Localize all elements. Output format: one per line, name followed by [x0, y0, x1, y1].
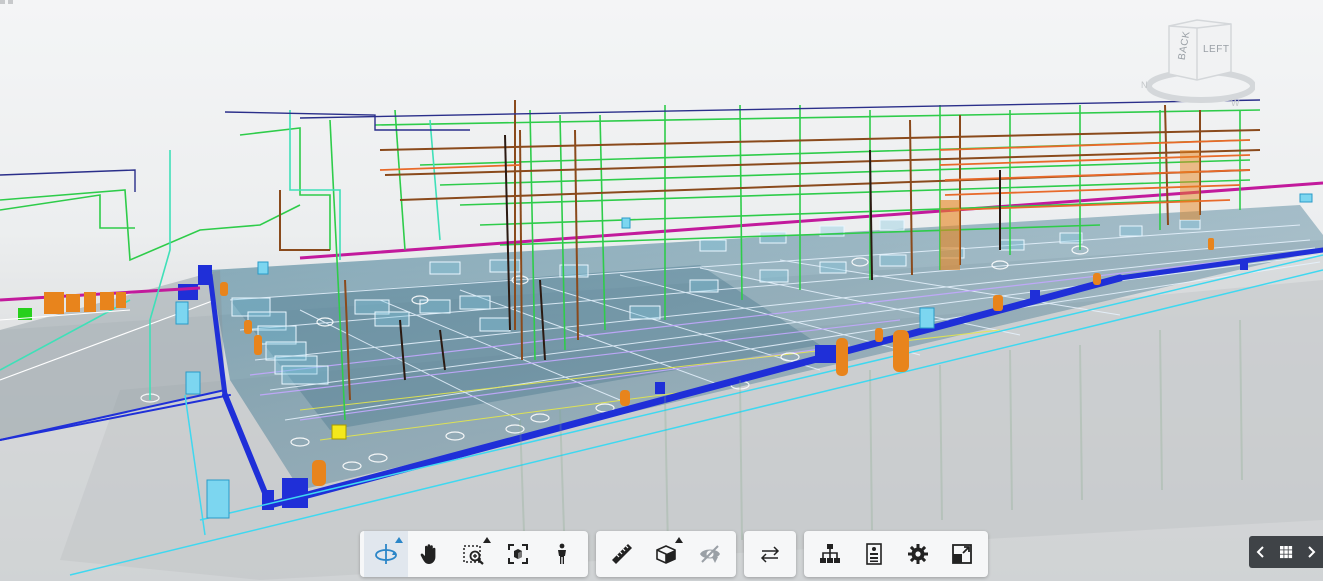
orbit-button[interactable]	[364, 531, 408, 577]
viewcube-icon: N W	[1141, 19, 1255, 108]
next-view-button[interactable]	[1300, 538, 1322, 566]
measure-button[interactable]	[600, 531, 644, 577]
section-menu-caret-icon[interactable]	[675, 537, 683, 543]
toolbar-group-analysis	[596, 531, 736, 577]
grid-view-icon	[1279, 546, 1293, 559]
settings-button[interactable]	[896, 531, 940, 577]
first-person-icon	[558, 543, 566, 564]
model-browser-button[interactable]	[808, 531, 852, 577]
compare-button[interactable]	[748, 531, 792, 577]
fullscreen-button[interactable]	[940, 531, 984, 577]
zoom-window-icon	[463, 545, 484, 565]
toolbar-group-navigation	[360, 531, 588, 577]
hide-object-icon	[700, 545, 720, 563]
viewcube[interactable]: N W BACK LEFT	[1135, 14, 1255, 109]
svg-text:W: W	[1231, 98, 1240, 108]
viewer-handle-icon	[0, 0, 13, 4]
3d-model-viewport[interactable]: N W BACK LEFT	[0, 0, 1323, 581]
fullscreen-icon	[952, 544, 972, 564]
toolbar-group-compare	[744, 531, 796, 577]
toolbar-group-settings	[804, 531, 988, 577]
first-person-button[interactable]	[540, 531, 584, 577]
fit-to-view-icon	[508, 544, 528, 564]
fit-to-view-button[interactable]	[496, 531, 540, 577]
model-browser-icon	[820, 544, 840, 563]
section-box-button[interactable]	[644, 531, 688, 577]
orbit-menu-caret-icon[interactable]	[395, 537, 403, 543]
measure-icon	[612, 544, 632, 564]
svg-text:N: N	[1141, 80, 1148, 90]
properties-button[interactable]	[852, 531, 896, 577]
next-chevron-icon	[1307, 546, 1316, 558]
pan-button[interactable]	[408, 531, 452, 577]
pan-icon	[420, 544, 436, 564]
prev-view-button[interactable]	[1250, 538, 1272, 566]
viewer-toolbar	[360, 531, 988, 577]
orbit-icon	[375, 544, 397, 564]
hide-object-button[interactable]	[688, 531, 732, 577]
zoom-window-button[interactable]	[452, 531, 496, 577]
view-navigation	[1249, 536, 1323, 568]
compare-arrows-icon	[760, 546, 780, 563]
section-box-icon	[656, 545, 676, 564]
bim-model-render	[0, 99, 1323, 581]
prev-chevron-icon	[1256, 546, 1265, 558]
settings-gear-icon	[908, 544, 928, 564]
grid-view-button[interactable]	[1275, 538, 1297, 566]
viewcube-left-label[interactable]: LEFT	[1203, 44, 1229, 55]
properties-icon	[866, 543, 882, 565]
zoom-menu-caret-icon[interactable]	[483, 537, 491, 543]
